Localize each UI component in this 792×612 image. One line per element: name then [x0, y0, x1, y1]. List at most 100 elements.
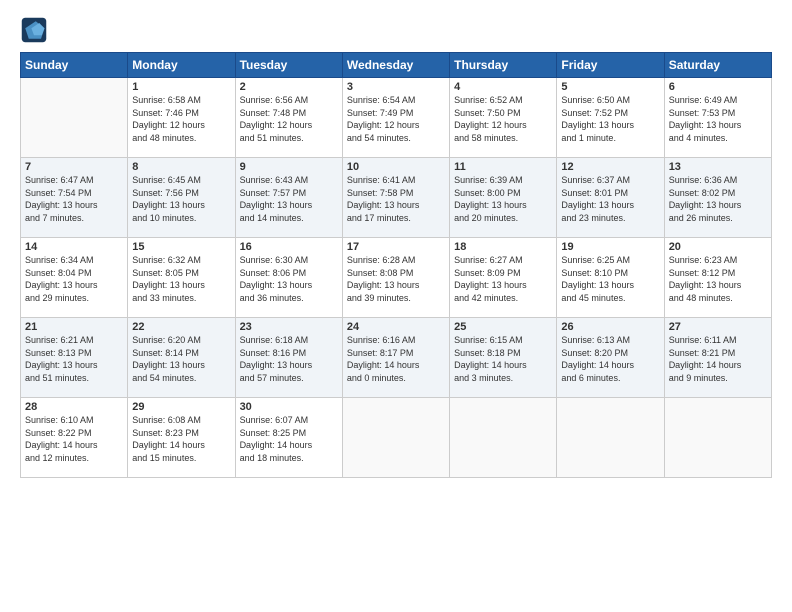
calendar-cell: 17Sunrise: 6:28 AM Sunset: 8:08 PM Dayli…	[342, 238, 449, 318]
day-number: 13	[669, 161, 767, 173]
calendar-cell: 6Sunrise: 6:49 AM Sunset: 7:53 PM Daylig…	[664, 78, 771, 158]
day-number: 19	[561, 241, 659, 253]
day-number: 4	[454, 81, 552, 93]
day-number: 24	[347, 321, 445, 333]
calendar-cell: 8Sunrise: 6:45 AM Sunset: 7:56 PM Daylig…	[128, 158, 235, 238]
day-info: Sunrise: 6:52 AM Sunset: 7:50 PM Dayligh…	[454, 94, 552, 144]
day-info: Sunrise: 6:58 AM Sunset: 7:46 PM Dayligh…	[132, 94, 230, 144]
logo	[20, 16, 50, 44]
calendar-cell: 11Sunrise: 6:39 AM Sunset: 8:00 PM Dayli…	[450, 158, 557, 238]
calendar-week-row: 7Sunrise: 6:47 AM Sunset: 7:54 PM Daylig…	[21, 158, 772, 238]
day-number: 8	[132, 161, 230, 173]
day-number: 5	[561, 81, 659, 93]
calendar-cell: 7Sunrise: 6:47 AM Sunset: 7:54 PM Daylig…	[21, 158, 128, 238]
calendar-cell	[21, 78, 128, 158]
calendar-week-row: 14Sunrise: 6:34 AM Sunset: 8:04 PM Dayli…	[21, 238, 772, 318]
day-number: 3	[347, 81, 445, 93]
day-number: 1	[132, 81, 230, 93]
calendar-cell: 14Sunrise: 6:34 AM Sunset: 8:04 PM Dayli…	[21, 238, 128, 318]
day-info: Sunrise: 6:54 AM Sunset: 7:49 PM Dayligh…	[347, 94, 445, 144]
calendar-cell: 9Sunrise: 6:43 AM Sunset: 7:57 PM Daylig…	[235, 158, 342, 238]
day-number: 22	[132, 321, 230, 333]
calendar-cell: 27Sunrise: 6:11 AM Sunset: 8:21 PM Dayli…	[664, 318, 771, 398]
day-info: Sunrise: 6:39 AM Sunset: 8:00 PM Dayligh…	[454, 174, 552, 224]
day-info: Sunrise: 6:20 AM Sunset: 8:14 PM Dayligh…	[132, 334, 230, 384]
day-number: 29	[132, 401, 230, 413]
day-info: Sunrise: 6:25 AM Sunset: 8:10 PM Dayligh…	[561, 254, 659, 304]
calendar-cell: 20Sunrise: 6:23 AM Sunset: 8:12 PM Dayli…	[664, 238, 771, 318]
day-info: Sunrise: 6:56 AM Sunset: 7:48 PM Dayligh…	[240, 94, 338, 144]
day-info: Sunrise: 6:47 AM Sunset: 7:54 PM Dayligh…	[25, 174, 123, 224]
day-info: Sunrise: 6:10 AM Sunset: 8:22 PM Dayligh…	[25, 414, 123, 464]
day-info: Sunrise: 6:45 AM Sunset: 7:56 PM Dayligh…	[132, 174, 230, 224]
day-number: 27	[669, 321, 767, 333]
calendar-cell	[557, 398, 664, 478]
day-info: Sunrise: 6:07 AM Sunset: 8:25 PM Dayligh…	[240, 414, 338, 464]
day-number: 21	[25, 321, 123, 333]
calendar-cell: 23Sunrise: 6:18 AM Sunset: 8:16 PM Dayli…	[235, 318, 342, 398]
day-info: Sunrise: 6:21 AM Sunset: 8:13 PM Dayligh…	[25, 334, 123, 384]
calendar-day-header: Thursday	[450, 53, 557, 78]
calendar-cell: 3Sunrise: 6:54 AM Sunset: 7:49 PM Daylig…	[342, 78, 449, 158]
calendar-day-header: Sunday	[21, 53, 128, 78]
day-number: 10	[347, 161, 445, 173]
calendar-cell: 26Sunrise: 6:13 AM Sunset: 8:20 PM Dayli…	[557, 318, 664, 398]
calendar-cell: 15Sunrise: 6:32 AM Sunset: 8:05 PM Dayli…	[128, 238, 235, 318]
calendar-day-header: Friday	[557, 53, 664, 78]
calendar-day-header: Tuesday	[235, 53, 342, 78]
calendar-cell	[664, 398, 771, 478]
day-info: Sunrise: 6:49 AM Sunset: 7:53 PM Dayligh…	[669, 94, 767, 144]
calendar-cell: 25Sunrise: 6:15 AM Sunset: 8:18 PM Dayli…	[450, 318, 557, 398]
calendar-week-row: 1Sunrise: 6:58 AM Sunset: 7:46 PM Daylig…	[21, 78, 772, 158]
day-info: Sunrise: 6:34 AM Sunset: 8:04 PM Dayligh…	[25, 254, 123, 304]
calendar-table: SundayMondayTuesdayWednesdayThursdayFrid…	[20, 52, 772, 478]
day-info: Sunrise: 6:13 AM Sunset: 8:20 PM Dayligh…	[561, 334, 659, 384]
day-number: 11	[454, 161, 552, 173]
calendar-cell: 12Sunrise: 6:37 AM Sunset: 8:01 PM Dayli…	[557, 158, 664, 238]
day-number: 30	[240, 401, 338, 413]
calendar-day-header: Wednesday	[342, 53, 449, 78]
day-number: 25	[454, 321, 552, 333]
calendar-week-row: 21Sunrise: 6:21 AM Sunset: 8:13 PM Dayli…	[21, 318, 772, 398]
day-info: Sunrise: 6:11 AM Sunset: 8:21 PM Dayligh…	[669, 334, 767, 384]
day-info: Sunrise: 6:15 AM Sunset: 8:18 PM Dayligh…	[454, 334, 552, 384]
day-number: 17	[347, 241, 445, 253]
day-info: Sunrise: 6:28 AM Sunset: 8:08 PM Dayligh…	[347, 254, 445, 304]
calendar-cell	[450, 398, 557, 478]
calendar-cell: 5Sunrise: 6:50 AM Sunset: 7:52 PM Daylig…	[557, 78, 664, 158]
calendar-day-header: Monday	[128, 53, 235, 78]
day-info: Sunrise: 6:23 AM Sunset: 8:12 PM Dayligh…	[669, 254, 767, 304]
day-number: 6	[669, 81, 767, 93]
day-info: Sunrise: 6:43 AM Sunset: 7:57 PM Dayligh…	[240, 174, 338, 224]
calendar-cell: 1Sunrise: 6:58 AM Sunset: 7:46 PM Daylig…	[128, 78, 235, 158]
calendar-cell: 24Sunrise: 6:16 AM Sunset: 8:17 PM Dayli…	[342, 318, 449, 398]
calendar-cell: 30Sunrise: 6:07 AM Sunset: 8:25 PM Dayli…	[235, 398, 342, 478]
day-number: 28	[25, 401, 123, 413]
calendar-header-row: SundayMondayTuesdayWednesdayThursdayFrid…	[21, 53, 772, 78]
day-number: 2	[240, 81, 338, 93]
day-number: 23	[240, 321, 338, 333]
day-number: 16	[240, 241, 338, 253]
calendar-cell: 29Sunrise: 6:08 AM Sunset: 8:23 PM Dayli…	[128, 398, 235, 478]
day-info: Sunrise: 6:27 AM Sunset: 8:09 PM Dayligh…	[454, 254, 552, 304]
day-info: Sunrise: 6:18 AM Sunset: 8:16 PM Dayligh…	[240, 334, 338, 384]
day-info: Sunrise: 6:16 AM Sunset: 8:17 PM Dayligh…	[347, 334, 445, 384]
day-number: 15	[132, 241, 230, 253]
header	[20, 16, 772, 44]
day-number: 20	[669, 241, 767, 253]
calendar-cell: 22Sunrise: 6:20 AM Sunset: 8:14 PM Dayli…	[128, 318, 235, 398]
logo-icon	[20, 16, 48, 44]
day-number: 12	[561, 161, 659, 173]
day-info: Sunrise: 6:32 AM Sunset: 8:05 PM Dayligh…	[132, 254, 230, 304]
page: SundayMondayTuesdayWednesdayThursdayFrid…	[0, 0, 792, 612]
calendar-cell	[342, 398, 449, 478]
calendar-cell: 21Sunrise: 6:21 AM Sunset: 8:13 PM Dayli…	[21, 318, 128, 398]
calendar-cell: 28Sunrise: 6:10 AM Sunset: 8:22 PM Dayli…	[21, 398, 128, 478]
day-info: Sunrise: 6:50 AM Sunset: 7:52 PM Dayligh…	[561, 94, 659, 144]
day-number: 14	[25, 241, 123, 253]
day-number: 9	[240, 161, 338, 173]
calendar-week-row: 28Sunrise: 6:10 AM Sunset: 8:22 PM Dayli…	[21, 398, 772, 478]
calendar-cell: 10Sunrise: 6:41 AM Sunset: 7:58 PM Dayli…	[342, 158, 449, 238]
calendar-cell: 19Sunrise: 6:25 AM Sunset: 8:10 PM Dayli…	[557, 238, 664, 318]
day-number: 26	[561, 321, 659, 333]
